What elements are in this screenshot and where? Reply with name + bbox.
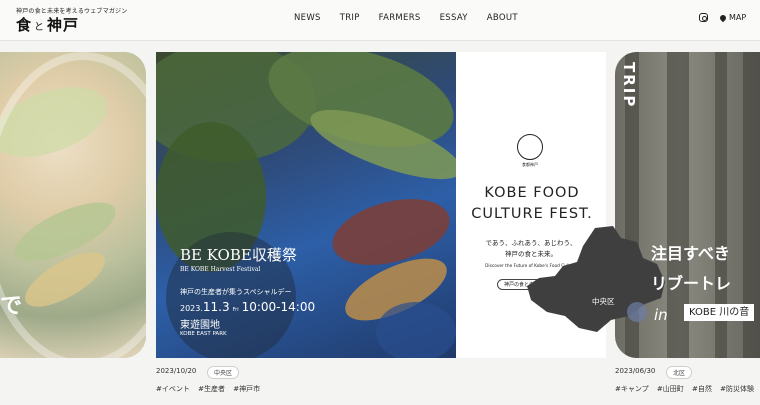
event-time: 10:00-14:00	[241, 300, 316, 314]
slide-prev-text: で	[0, 294, 23, 319]
nav-farmers[interactable]: FARMERS	[379, 13, 421, 23]
event-lead: 神戸の生産者が集うスペシャルデー	[180, 288, 292, 296]
map-link[interactable]: MAP	[718, 13, 747, 22]
event-date: 11.3	[202, 300, 230, 314]
slide-category: TRIP	[620, 62, 638, 109]
logo-part-c: 神戸	[47, 16, 80, 34]
next-post-date: 2023/06/30	[615, 367, 656, 375]
next-slide-place: KOBE 川の音	[684, 304, 755, 321]
tag-link[interactable]: #生産者	[198, 385, 225, 393]
poster-badge-icon	[517, 134, 543, 160]
event-subtitle: BE KOBE Harvest Festival	[180, 266, 261, 273]
tag-link[interactable]: #山田町	[657, 385, 684, 393]
tag-link[interactable]: #神戸市	[233, 385, 260, 393]
nav-trip[interactable]: TRIP	[340, 13, 360, 23]
tag-link[interactable]: #防災体験	[720, 385, 754, 393]
tag-list: #イベント #生産者 #神戸市	[156, 384, 266, 394]
next-slide-title-line1: 注目すべき	[651, 244, 730, 263]
carousel-slide-prev[interactable]: で	[0, 52, 146, 358]
poster-badge-label: 食都神戸	[522, 162, 538, 167]
event-datetime: 2023.11.3 Fri 10:00-14:00	[180, 300, 315, 314]
next-area-badge[interactable]: 北区	[666, 366, 693, 379]
map-area-label: 中央区	[592, 297, 615, 306]
poster-title-line2: CULTURE FEST.	[471, 206, 593, 222]
map-pin-icon	[718, 13, 728, 22]
nav-news[interactable]: NEWS	[294, 13, 321, 23]
instagram-icon[interactable]	[699, 13, 708, 22]
post-date: 2023/10/20	[156, 367, 197, 375]
event-date-prefix: 2023.	[180, 304, 203, 313]
main-nav: NEWS TRIP FARMERS ESSAY ABOUT	[294, 13, 537, 23]
logo-part-b: と	[34, 22, 46, 33]
event-title: BE KOBE収穫祭	[180, 246, 297, 264]
site-logo[interactable]: 食と神戸	[16, 14, 79, 35]
event-weekday: Fri	[232, 307, 239, 313]
next-slide-title-line2: リブートレ	[651, 274, 732, 293]
next-slide-title-in: in	[654, 306, 668, 324]
poster-title: KOBE FOOD CULTURE FEST.	[461, 183, 603, 225]
map-label: MAP	[729, 13, 747, 22]
next-tag-list: #キャンプ #山田町 #自然 #防災体験	[615, 384, 760, 394]
nav-essay[interactable]: ESSAY	[440, 13, 468, 23]
logo-part-a: 食	[16, 16, 33, 34]
event-venue-en: KOBE EAST PARK	[180, 331, 227, 337]
photo-shape	[376, 302, 456, 358]
tag-link[interactable]: #自然	[692, 385, 712, 393]
nav-about[interactable]: ABOUT	[487, 13, 518, 23]
event-venue: 東遊園地	[180, 320, 220, 331]
area-badge[interactable]: 中央区	[207, 366, 240, 379]
map-marker	[627, 302, 647, 322]
tag-link[interactable]: #キャンプ	[615, 385, 649, 393]
tag-link[interactable]: #イベント	[156, 385, 190, 393]
site-header: 神戸の食と未来を考えるウェブマガジン 食と神戸 NEWS TRIP FARMER…	[0, 0, 760, 41]
poster-title-line1: KOBE FOOD	[484, 185, 580, 201]
